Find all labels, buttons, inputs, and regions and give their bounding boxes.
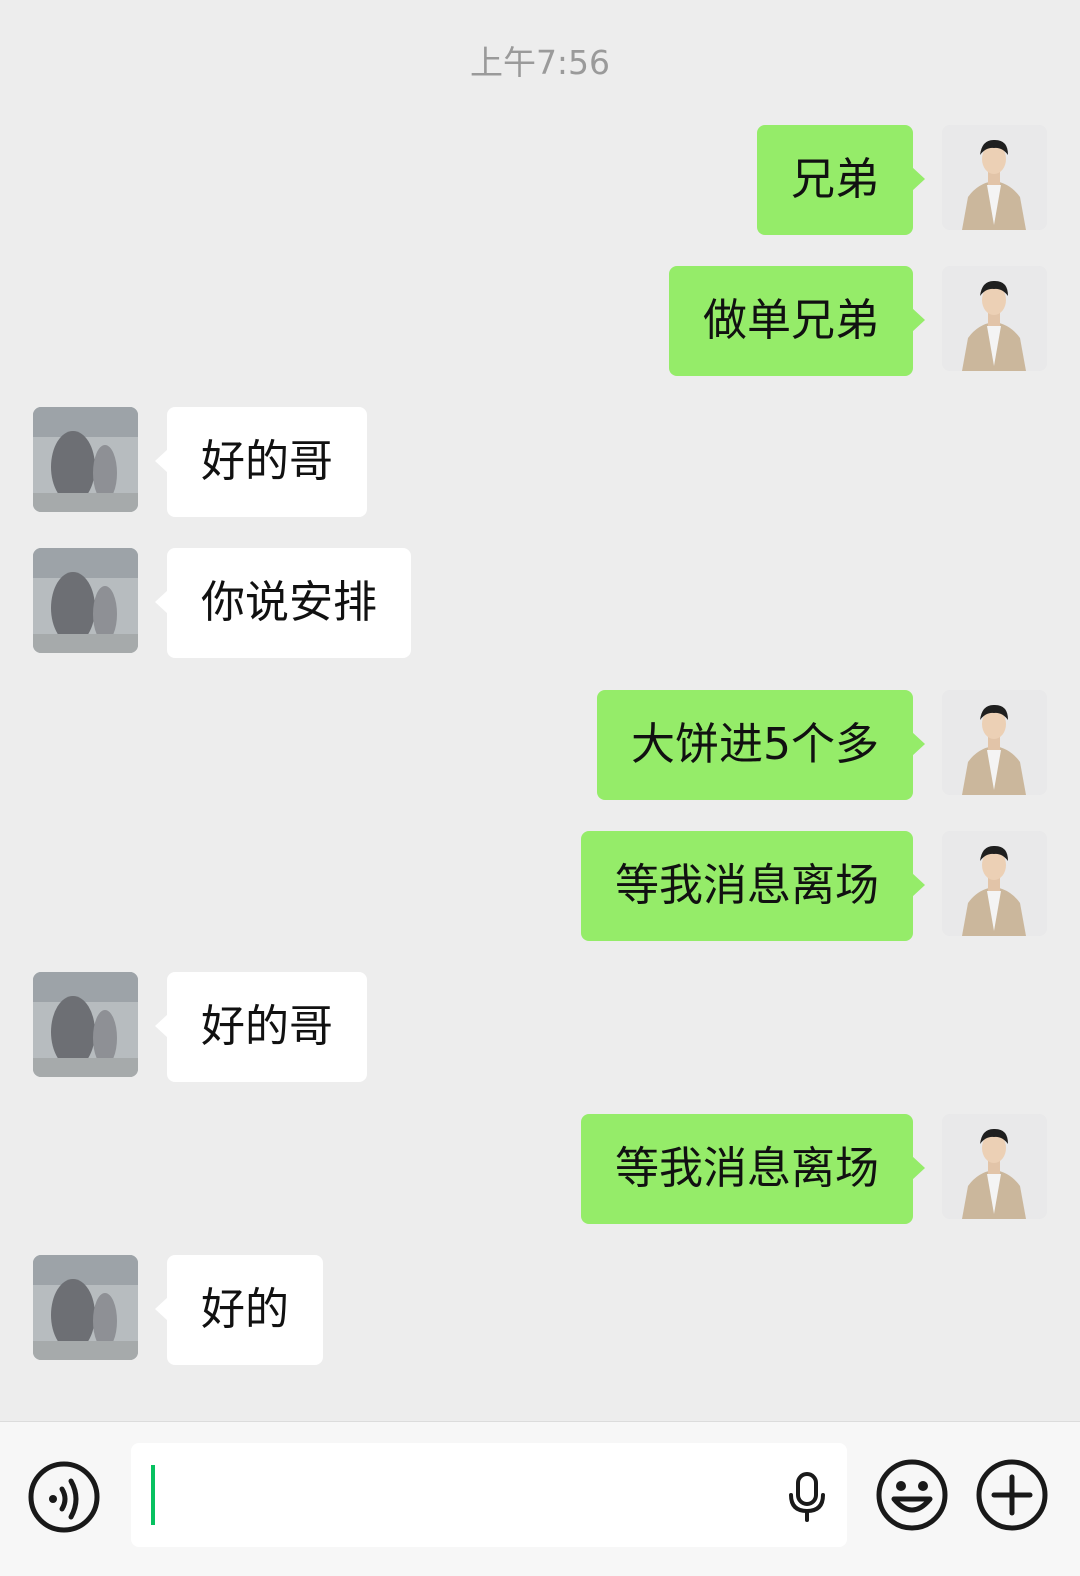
message-bubble-received[interactable]: 好的哥 <box>155 407 367 517</box>
message-bubble-sent[interactable]: 大饼进5个多 <box>597 690 925 800</box>
avatar-contact[interactable] <box>33 1255 138 1360</box>
input-bar <box>0 1421 1080 1576</box>
avatar-contact[interactable] <box>33 407 138 512</box>
emoji-icon <box>876 1459 948 1531</box>
plus-icon <box>976 1459 1048 1531</box>
avatar-self[interactable] <box>942 266 1047 371</box>
microphone-button[interactable] <box>785 1471 829 1523</box>
message-bubble-received[interactable]: 好的哥 <box>155 972 367 1082</box>
chat-area[interactable]: 上午7:56 兄弟 做单兄弟 好的哥 你说安排 大饼进5个多 等我消息离场 好的… <box>0 0 1080 1425</box>
message-row: 等我消息离场 <box>0 831 1080 941</box>
person-avatar-icon <box>942 125 1047 230</box>
avatar-self[interactable] <box>942 831 1047 936</box>
microphone-icon <box>789 1472 825 1522</box>
message-row: 等我消息离场 <box>0 1114 1080 1224</box>
message-row: 好的 <box>0 1255 1080 1365</box>
message-row: 兄弟 <box>0 125 1080 235</box>
avatar-self[interactable] <box>942 1114 1047 1219</box>
message-row: 做单兄弟 <box>0 266 1080 376</box>
blurred-avatar-icon <box>33 548 138 653</box>
message-bubble-received[interactable]: 好的 <box>155 1255 323 1365</box>
person-avatar-icon <box>942 690 1047 795</box>
blurred-avatar-icon <box>33 1255 138 1360</box>
voice-button[interactable] <box>26 1459 102 1535</box>
message-row: 大饼进5个多 <box>0 690 1080 800</box>
message-bubble-received[interactable]: 你说安排 <box>155 548 411 658</box>
avatar-contact[interactable] <box>33 972 138 1077</box>
message-input[interactable] <box>131 1443 847 1547</box>
blurred-avatar-icon <box>33 972 138 1077</box>
message-bubble-sent[interactable]: 兄弟 <box>757 125 925 235</box>
avatar-contact[interactable] <box>33 548 138 653</box>
message-bubble-sent[interactable]: 等我消息离场 <box>581 831 925 941</box>
person-avatar-icon <box>942 266 1047 371</box>
message-row: 好的哥 <box>0 407 1080 517</box>
message-bubble-sent[interactable]: 等我消息离场 <box>581 1114 925 1224</box>
blurred-avatar-icon <box>33 407 138 512</box>
avatar-self[interactable] <box>942 125 1047 230</box>
text-cursor <box>151 1465 155 1525</box>
person-avatar-icon <box>942 831 1047 936</box>
chat-timestamp: 上午7:56 <box>469 43 611 82</box>
message-row: 你说安排 <box>0 548 1080 658</box>
avatar-self[interactable] <box>942 690 1047 795</box>
voice-icon <box>28 1461 100 1533</box>
message-row: 好的哥 <box>0 972 1080 1082</box>
message-bubble-sent[interactable]: 做单兄弟 <box>669 266 925 376</box>
emoji-button[interactable] <box>874 1457 950 1533</box>
person-avatar-icon <box>942 1114 1047 1219</box>
more-button[interactable] <box>974 1457 1050 1533</box>
